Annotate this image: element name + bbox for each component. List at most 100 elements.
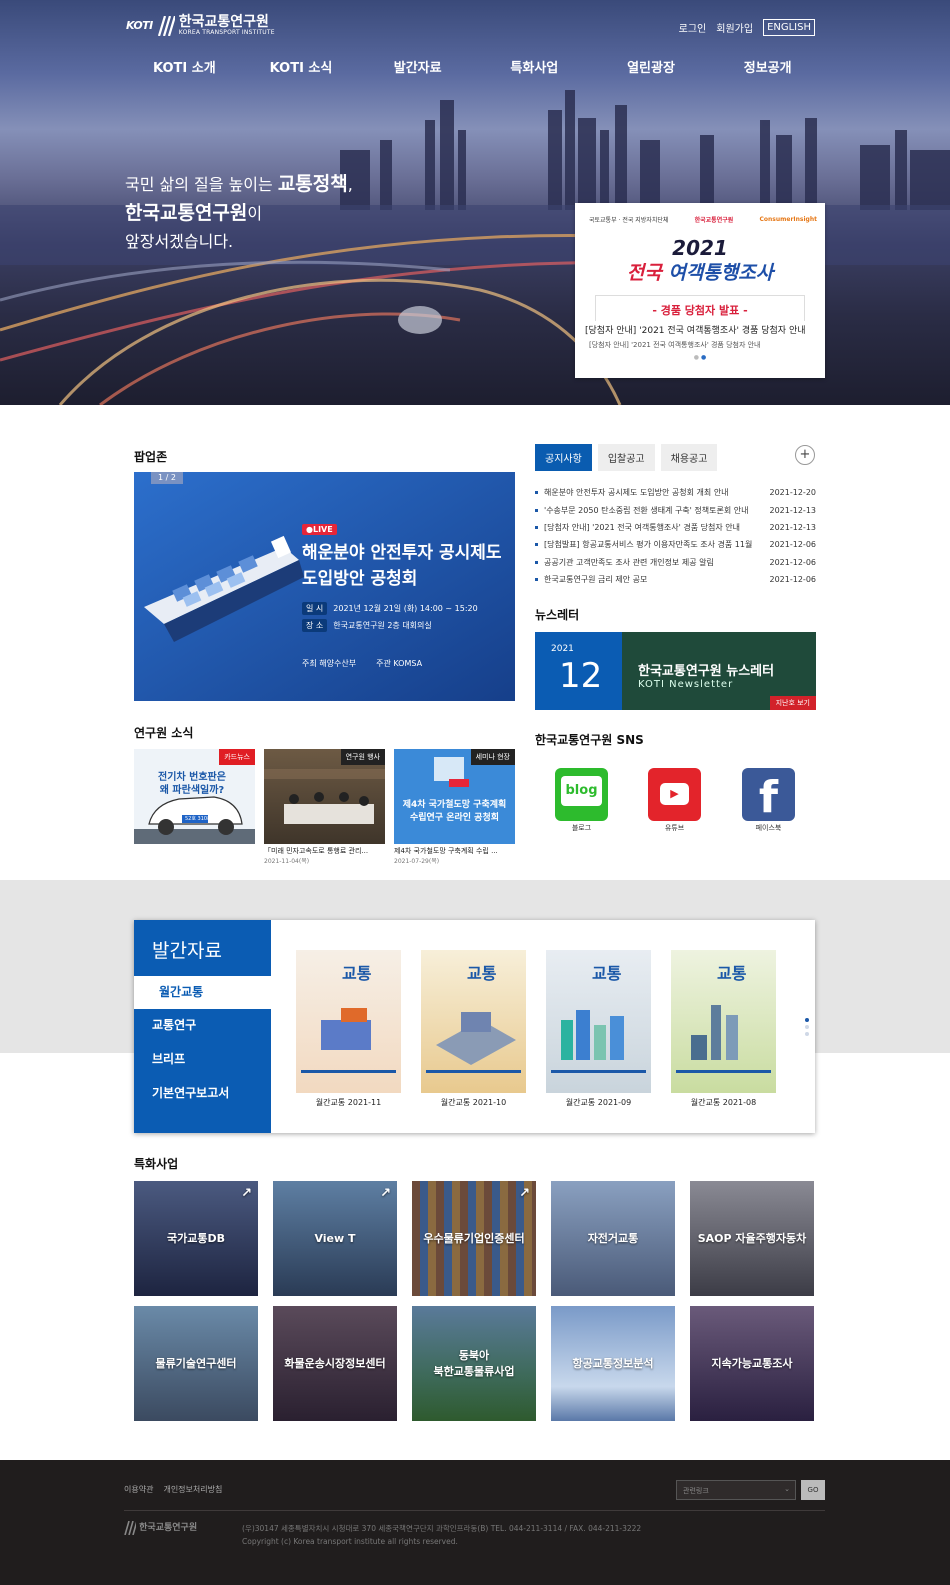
tile-northeast-asia[interactable]: 동북아 북한교통물류사업 (412, 1306, 536, 1421)
book-label[interactable]: 월간교통 2021-08 (671, 1097, 776, 1108)
chevron-down-icon: ⌄ (784, 1485, 790, 1493)
tile-national-transport-db[interactable]: 국가교통DB ↗ (134, 1181, 258, 1296)
news-card[interactable]: 연구원 행사 「미래 민자고속도로 통행료 관리... 2021-11-04(목… (264, 749, 385, 865)
newsletter-banner[interactable]: 2021 12 한국교통연구원 뉴스레터 KOTI Newsletter 지난호… (535, 632, 816, 710)
sns-blog[interactable]: blog 블로그 (555, 768, 608, 833)
list-item[interactable]: [당첨자 안내] '2021 전국 여객통행조사' 경품 당첨자 안내 2021-… (535, 519, 816, 536)
cover-art (551, 1010, 646, 1073)
slogan-text: , (347, 175, 353, 194)
survey-title: 전국 여객통행조사 (575, 258, 825, 285)
logo-korean: 한국교통연구원 (178, 14, 269, 30)
book-label[interactable]: 월간교통 2021-11 (296, 1097, 401, 1108)
tab-bid[interactable]: 입찰공고 (597, 444, 655, 471)
facebook-icon[interactable]: f (742, 768, 795, 823)
utility-menu: 로그인 회원가입 ENGLISH (679, 19, 815, 36)
youtube-icon[interactable]: ▶ (648, 768, 701, 821)
english-button[interactable]: ENGLISH (763, 19, 815, 36)
tile-aviation-info[interactable]: 항공교통정보분석 (551, 1306, 675, 1421)
hero-slogan: 국민 삶의 질을 높이는 교통정책, 한국교통연구원이 앞장서겠습니다. (125, 170, 353, 256)
related-links-select[interactable]: 관련링크 ⌄ (676, 1480, 796, 1500)
active-dot[interactable]: ● (701, 354, 706, 361)
pub-menu-item[interactable]: 기본연구보고서 (134, 1077, 271, 1110)
event-organizers: 주최 해양수산부 주관 KOMSA (302, 658, 422, 669)
prize-badge: - 경품 당첨자 발표 - (595, 295, 805, 321)
notice-title[interactable]: [당첨발표] 항공교통서비스 평가 이용자만족도 조사 경품 11월 ... (535, 539, 755, 550)
terms-link[interactable]: 이용약관 (124, 1484, 153, 1495)
notice-title[interactable]: '수송부문 2050 탄소중립 전환 생태계 구축' 정책토론회 안내 (535, 505, 755, 516)
notice-title[interactable]: [당첨자 안내] '2021 전국 여객통행조사' 경품 당첨자 안내 (535, 522, 755, 533)
book-cover: 교통 (546, 950, 651, 1093)
card-image: 전기차 번호판은 왜 파란색일까? 52호 3108 카드뉴스 (134, 749, 255, 844)
sns-youtube[interactable]: ▶ 유튜브 (648, 768, 701, 833)
tile-logistics-tech[interactable]: 물류기술연구센터 (134, 1306, 258, 1421)
pub-menu-item[interactable]: 브리프 (134, 1043, 271, 1076)
popup-caption[interactable]: [당첨자 안내] '2021 전국 여객통행조사' 경품 당첨자 안내 (575, 323, 825, 336)
tile-saop-autonomous[interactable]: SAOP 자율주행자동차 (690, 1181, 814, 1296)
nav-item[interactable]: 발간자료 (359, 57, 476, 76)
tile-freight-market[interactable]: 화물운송시장정보센터 (273, 1306, 397, 1421)
section-title-news: 연구원 소식 (134, 726, 194, 740)
nav-item[interactable]: 정보공개 (709, 57, 826, 76)
sns-facebook[interactable]: f 페이스북 (742, 768, 795, 833)
list-item[interactable]: 해운분야 안전투자 공시제도 도입방안 공청회 개최 안내 2021-12-20 (535, 484, 816, 501)
book-item[interactable]: 교통 월간교통 2021-08 (671, 950, 776, 1133)
event-place-value: 한국교통연구원 2층 대회의실 (333, 621, 432, 630)
more-button[interactable]: + (795, 445, 815, 465)
tile-view-t[interactable]: View T ↗ (273, 1181, 397, 1296)
tab-notice[interactable]: 공지사항 (535, 444, 592, 471)
nav-item[interactable]: 특화사업 (476, 57, 593, 76)
tile-sustainable-transport[interactable]: 지속가능교통조사 (690, 1306, 814, 1421)
list-item[interactable]: 한국교통연구원 금리 제안 공모 2021-12-06 (535, 571, 816, 588)
privacy-link[interactable]: 개인정보처리방침 (163, 1484, 222, 1495)
notice-tabs: 공지사항 입찰공고 채용공고 (535, 444, 718, 471)
slide-indicator[interactable]: ● ● (575, 354, 825, 361)
pub-menu-item[interactable]: 교통연구 (134, 1009, 271, 1042)
card-image-text: 제4차 국가철도망 구축계획 수립연구 온라인 공청회 (402, 800, 507, 823)
tab-recruit[interactable]: 채용공고 (660, 444, 718, 471)
notice-date: 2021-12-13 (769, 505, 817, 515)
book-slider-dots[interactable] (805, 1018, 809, 1039)
partner-logo-text: ConsumerInsight (759, 216, 818, 223)
footer-copyright: Copyright (c) Korea transport institute … (242, 1537, 458, 1546)
event-date-label: 일 시 (302, 602, 328, 615)
pub-menu-item[interactable]: 월간교통 (134, 976, 271, 1009)
book-item[interactable]: 교통 월간교통 2021-10 (421, 950, 526, 1133)
notice-title[interactable]: 공공기관 고객만족도 조사 관련 개인정보 제공 알림 (535, 557, 755, 568)
news-card[interactable]: 전기차 번호판은 왜 파란색일까? 52호 3108 카드뉴스 (134, 749, 255, 865)
popupzone-banner[interactable]: 1 / 2 ●LIVE 해운분야 안전투자 공시제도 도입방안 공청회 일 시 … (134, 472, 515, 701)
notice-title[interactable]: 해운분야 안전투자 공시제도 도입방안 공청회 개최 안내 (535, 487, 755, 498)
list-item[interactable]: [당첨발표] 항공교통서비스 평가 이용자만족도 조사 경품 11월 ... 20… (535, 536, 816, 553)
tile-bicycle-traffic[interactable]: 자전거교통 (551, 1181, 675, 1296)
signup-link[interactable]: 회원가입 (716, 20, 753, 35)
book-item[interactable]: 교통 월간교통 2021-09 (546, 950, 651, 1133)
book-label[interactable]: 월간교통 2021-09 (546, 1097, 651, 1108)
facebook-glyph: f (758, 772, 779, 823)
footer-links: 이용약관 개인정보처리방침 (124, 1484, 222, 1495)
book-item[interactable]: 교통 월간교통 2021-11 (296, 950, 401, 1133)
section-title-special: 특화사업 (134, 1157, 179, 1171)
card-image: 연구원 행사 (264, 749, 385, 844)
site-logo[interactable]: KOTI 한국교통연구원 KOREA TRANSPORT INSTITUTE (126, 15, 275, 36)
nav-item[interactable]: KOTI 소개 (126, 57, 243, 76)
logo-mark: KOTI (126, 19, 153, 32)
list-item[interactable]: 공공기관 고객만족도 조사 관련 개인정보 제공 알림 2021-12-06 (535, 554, 816, 571)
card-caption[interactable]: 제4차 국가철도망 구축계획 수립 ... (394, 846, 515, 856)
notice-title[interactable]: 한국교통연구원 금리 제안 공모 (535, 574, 755, 585)
login-link[interactable]: 로그인 (679, 20, 707, 35)
tile-label: 국가교통DB (167, 1231, 225, 1245)
news-card[interactable]: 제4차 국가철도망 구축계획 수립연구 온라인 공청회 세미나 현장 제4차 국… (394, 749, 515, 865)
newsletter-month: 12 (559, 656, 603, 696)
go-button[interactable]: GO (801, 1480, 825, 1500)
book-label[interactable]: 월간교통 2021-10 (421, 1097, 526, 1108)
card-caption[interactable]: 「미래 민자고속도로 통행료 관리... (264, 846, 385, 856)
sns-label: 유튜브 (664, 824, 685, 832)
partner-logo-text: 국토교통부 · 전국 지방자치단체 (589, 217, 669, 224)
blog-icon[interactable]: blog (555, 768, 608, 821)
card-tag: 연구원 행사 (340, 749, 385, 765)
nav-item[interactable]: 열린광장 (593, 57, 710, 76)
hero-popup-card[interactable]: 국토교통부 · 전국 지방자치단체 한국교통연구원 ConsumerInsigh… (575, 203, 825, 378)
list-item[interactable]: '수송부문 2050 탄소중립 전환 생태계 구축' 정책토론회 안내 2021-… (535, 501, 816, 518)
tile-logistics-certification[interactable]: 우수물류기업인증센터 ↗ (412, 1181, 536, 1296)
nav-item[interactable]: KOTI 소식 (243, 57, 360, 76)
past-issues-button[interactable]: 지난호 보기 (769, 696, 816, 710)
